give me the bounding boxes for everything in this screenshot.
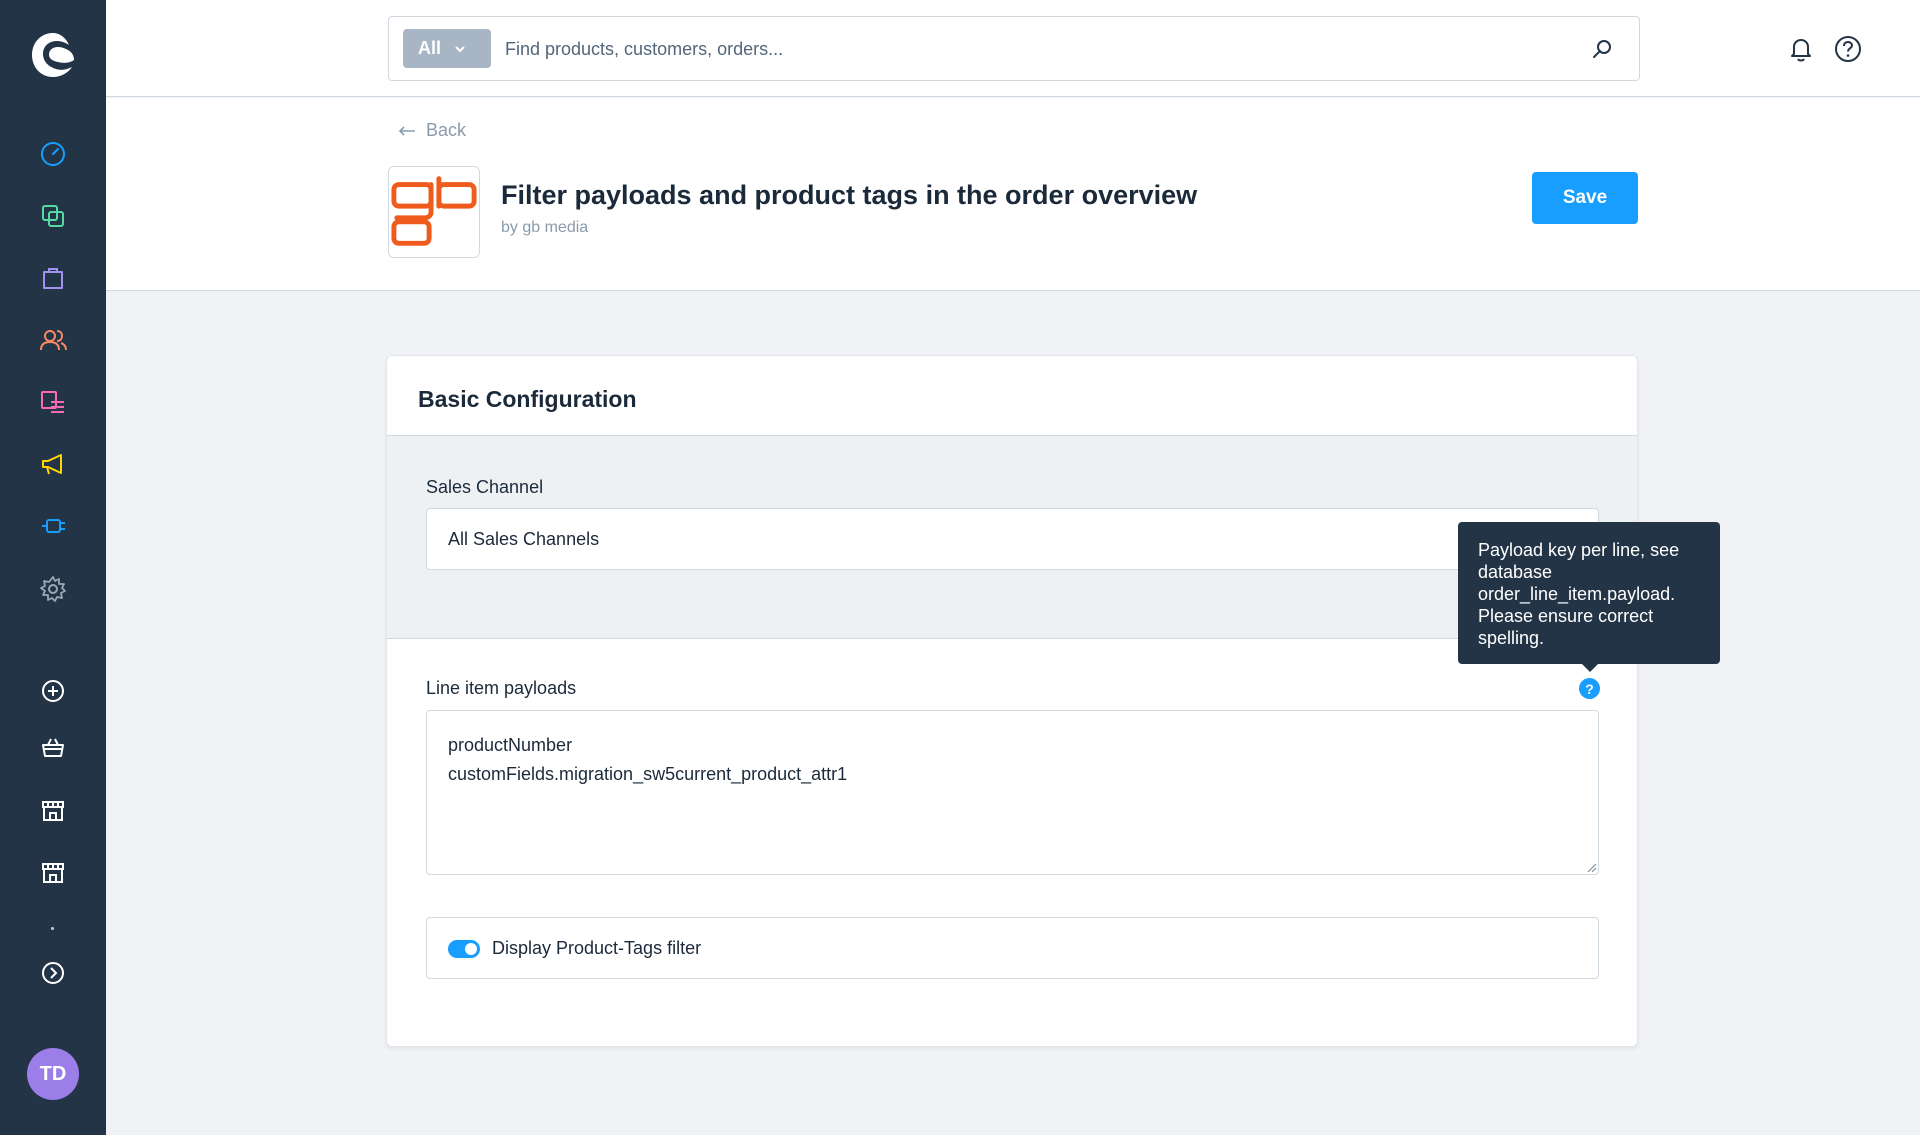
catalogues-icon[interactable] (37, 200, 69, 232)
sales-channel-value: All Sales Channels (448, 528, 600, 549)
add-circle-icon[interactable] (37, 675, 69, 707)
config-card: Basic Configuration Sales Channel All Sa… (386, 355, 1638, 1047)
dashboard-icon[interactable] (37, 138, 69, 170)
storefront-icon[interactable] (37, 794, 69, 826)
expand-icon[interactable] (37, 957, 69, 989)
shopware-logo-icon[interactable] (28, 30, 78, 80)
content-icon[interactable] (37, 386, 69, 418)
basket-icon[interactable] (37, 732, 69, 764)
search-type-dropdown[interactable]: All (403, 29, 491, 68)
storefront-icon[interactable] (37, 856, 69, 888)
bell-icon[interactable] (1786, 34, 1816, 64)
search-type-label: All (418, 38, 442, 58)
search-input[interactable] (505, 29, 1565, 69)
payloads-textarea[interactable] (426, 710, 1599, 875)
card-title: Basic Configuration (418, 386, 637, 412)
save-button[interactable]: Save (1532, 172, 1638, 224)
global-search: All (388, 16, 1640, 81)
sidebar: TD (0, 0, 106, 1135)
sales-channel-select[interactable]: All Sales Channels (426, 508, 1599, 570)
help-tooltip: Payload key per line, see database order… (1458, 522, 1720, 664)
back-link[interactable]: Back (398, 120, 466, 141)
chevron-down-icon (455, 45, 465, 52)
top-bar: All (106, 0, 1920, 97)
plugin-author: by gb media (501, 219, 589, 236)
tooltip-arrow (1581, 663, 1599, 672)
plugin-logo (388, 166, 480, 258)
sales-channel-section: Sales Channel All Sales Channels (387, 436, 1637, 639)
payloads-label: Line item payloads (426, 678, 577, 698)
help-tooltip-icon[interactable]: ? (1579, 678, 1600, 699)
resize-handle-icon[interactable] (1585, 861, 1597, 873)
page-title: Filter payloads and product tags in the … (501, 180, 1198, 210)
page-header: Back Filter payloads and product tags in… (106, 98, 1920, 291)
settings-icon[interactable] (37, 573, 69, 605)
back-label: Back (426, 120, 467, 140)
arrow-left-icon (398, 125, 415, 136)
toggle-label: Display Product-Tags filter (492, 938, 702, 958)
avatar[interactable]: TD (27, 1048, 79, 1100)
search-icon[interactable] (1591, 37, 1615, 61)
sales-channel-label: Sales Channel (426, 477, 544, 497)
toggle-knob (465, 943, 477, 955)
help-icon[interactable] (1833, 34, 1863, 64)
customers-icon[interactable] (37, 324, 69, 356)
extensions-icon[interactable] (37, 510, 69, 542)
orders-icon[interactable] (37, 262, 69, 294)
nav-separator-dot (51, 927, 54, 930)
product-tags-toggle[interactable] (448, 940, 480, 958)
marketing-icon[interactable] (37, 448, 69, 480)
product-tags-toggle-field: Display Product-Tags filter (426, 917, 1599, 979)
